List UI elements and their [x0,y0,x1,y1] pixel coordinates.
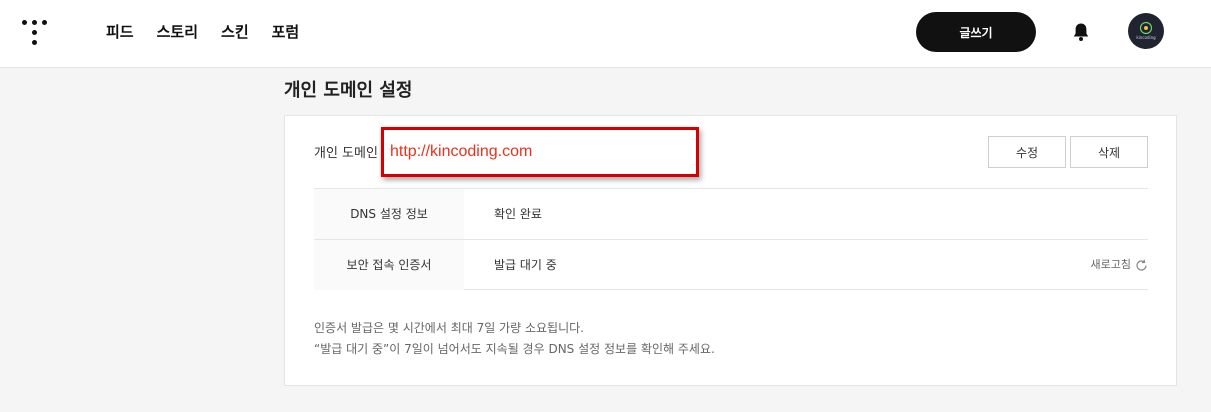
dns-info-value: 확인 완료 [494,207,542,221]
dns-info-key: DNS 설정 정보 [314,189,464,239]
note-line: 인증서 발급은 몇 시간에서 최대 7일 가량 소요됩니다. [314,321,584,335]
refresh-label: 새로고침 [1090,258,1131,271]
nav-skin[interactable]: 스킨 [221,20,249,44]
avatar-logo-icon: kincoding [1136,21,1156,40]
main-nav: 피드 스토리 스킨 포럼 [106,20,299,44]
nav-feed[interactable]: 피드 [106,20,134,44]
avatar-label: kincoding [1136,35,1156,40]
edit-button[interactable]: 수정 [988,136,1066,168]
certificate-key: 보안 접속 인증서 [314,240,464,290]
nav-story[interactable]: 스토리 [157,20,198,44]
dns-info-row: DNS 설정 정보 확인 완료 [314,188,1148,239]
bell-icon[interactable] [1072,22,1090,42]
top-navigation-bar: 피드 스토리 스킨 포럼 글쓰기 kincoding [0,0,1211,68]
info-notes: 인증서 발급은 몇 시간에서 최대 7일 가량 소요됩니다. “발급 대기 중”… [314,318,715,360]
domain-value: http://kincoding.com [390,143,533,160]
avatar[interactable]: kincoding [1128,13,1164,49]
note-line: “발급 대기 중”이 7일이 넘어서도 지속될 경우 DNS 설정 정보를 확인… [314,342,715,356]
domain-settings-card: 개인 도메인 http://kincoding.com 수정 삭제 DNS 설정… [284,115,1177,386]
delete-button[interactable]: 삭제 [1070,136,1148,168]
refresh-icon [1136,259,1147,271]
nav-forum[interactable]: 포럼 [272,20,300,44]
page-title: 개인 도메인 설정 [284,80,413,101]
tistory-logo-icon[interactable] [22,20,48,46]
domain-label: 개인 도메인 [314,146,378,161]
write-button[interactable]: 글쓰기 [916,12,1036,52]
refresh-button[interactable]: 새로고침 [1091,257,1148,273]
certificate-value: 발급 대기 중 [494,258,557,272]
certificate-row: 보안 접속 인증서 발급 대기 중 새로고침 [314,239,1148,290]
